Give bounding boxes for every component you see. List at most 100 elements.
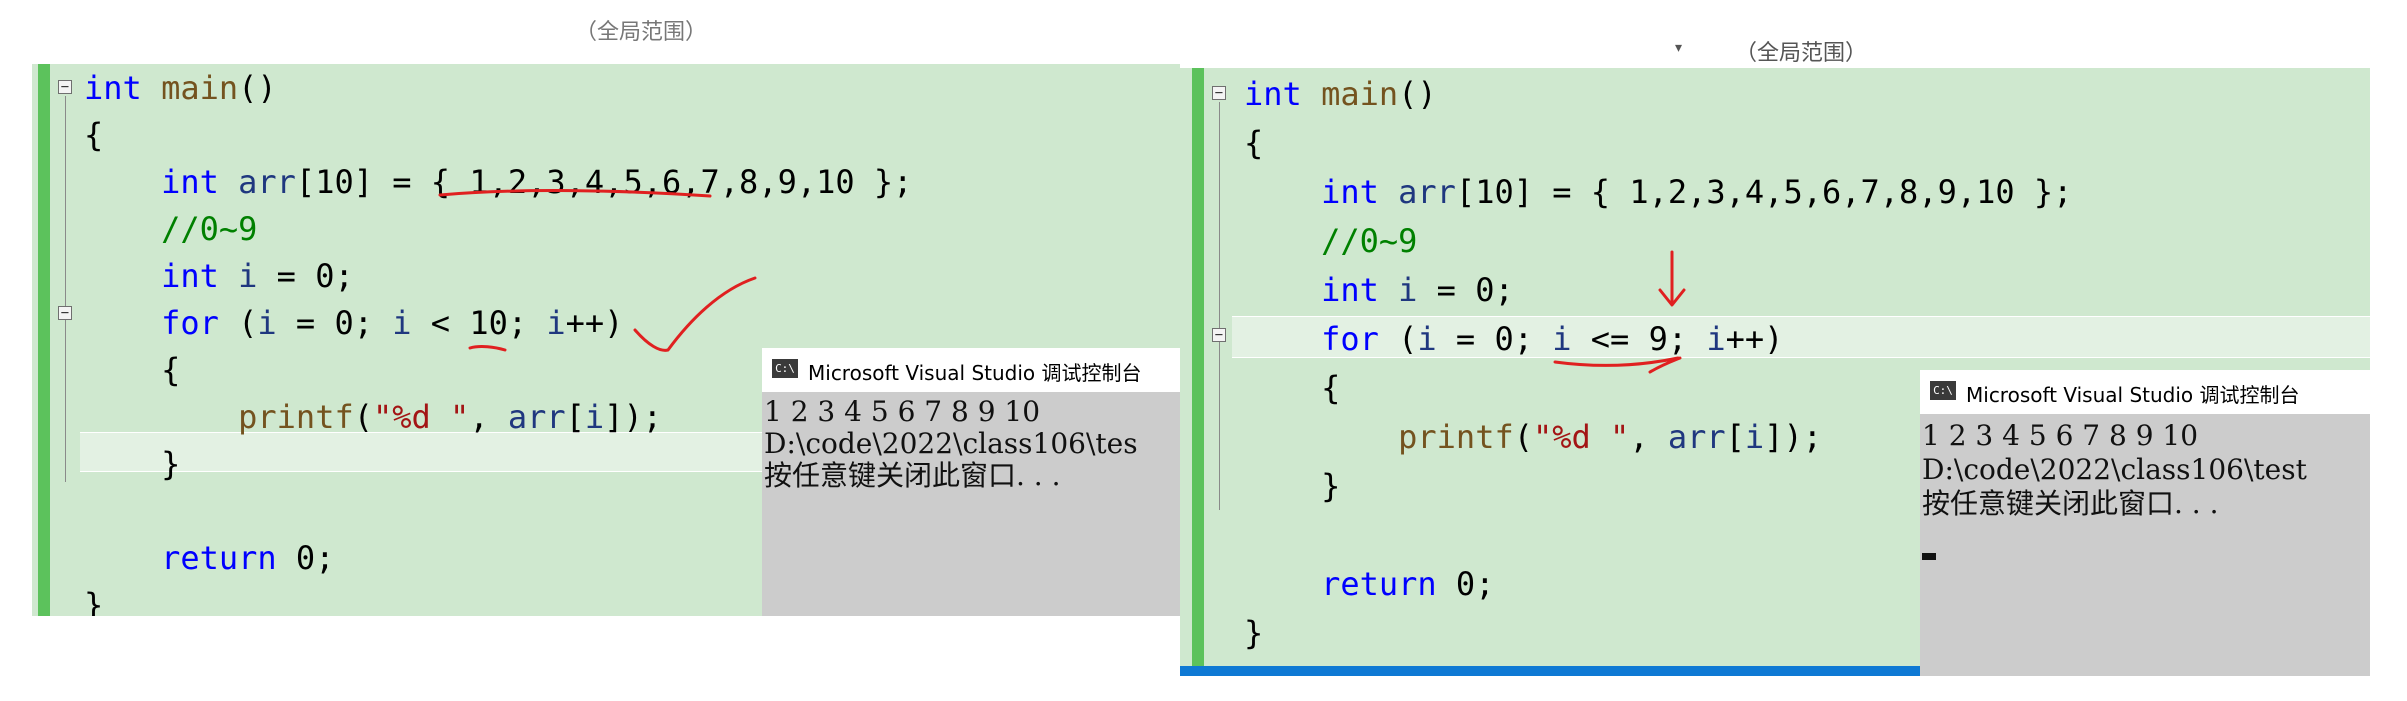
code-token: i [584,398,605,436]
code-token: return [1321,565,1437,603]
console-app-icon: C:\ [772,359,798,378]
left-code-line[interactable]: } [84,585,103,616]
right-console-output-1: 1 2 3 4 5 6 7 8 9 10 [1922,419,2199,452]
code-token: ++) [1725,320,1784,358]
left-console-titlebar[interactable]: C:\ Microsoft Visual Studio 调试控制台 [762,348,1180,392]
code-token: int [161,257,219,295]
code-token: } [1244,614,1264,652]
left-console-output-3: 按任意键关闭此窗口. . . [764,459,1061,492]
code-token: for [161,304,219,342]
right-code-line[interactable]: { [1244,123,1263,163]
right-console-cursor [1922,553,1936,560]
code-token: () [1398,75,1437,113]
right-code-line[interactable]: int i = 0; [1244,270,1514,310]
left-code-line[interactable]: for (i = 0; i < 10; i++) [84,303,623,343]
code-token: i [1552,320,1572,358]
left-code-line[interactable]: } [84,444,180,484]
left-code-line[interactable]: printf("%d ", arr[i]); [84,397,662,437]
collapse-box-icon[interactable]: − [58,306,72,320]
right-console-titlebar[interactable]: C:\ Microsoft Visual Studio 调试控制台 [1920,370,2370,414]
left-code-line[interactable]: int i = 0; [84,256,354,296]
left-code-line[interactable]: int arr[10] = { 1,2,3,4,5,6,7,8,9,10 }; [84,162,912,202]
left-code-line[interactable]: //0~9 [84,209,257,249]
code-token: "%d " [372,398,470,436]
code-token: [10] = { 1,2,3,4,5,6,7,8,9,10 }; [1455,173,2073,211]
code-token: 0; [1436,565,1495,603]
right-status-strip [1180,666,1920,676]
left-code-line[interactable]: { [84,350,180,390]
right-scope-dropdown-text[interactable]: （全局范围） [1735,35,1867,67]
right-code-line[interactable]: for (i = 0; i <= 9; i++) [1244,319,1783,359]
code-token: ]); [604,398,662,436]
right-console-output-2: D:\code\2022\class106\test [1922,453,2307,486]
right-change-bar [1192,68,1204,676]
collapse-box-icon[interactable]: − [1212,86,1226,100]
code-token: //0~9 [161,210,258,248]
left-console-window[interactable]: C:\ Microsoft Visual Studio 调试控制台 1 2 3 … [762,348,1180,616]
code-token: [ [1725,418,1745,456]
code-token: ++) [565,304,624,342]
right-scope-dropdown-arrow[interactable]: ▾ [1675,40,1682,56]
left-console-title: Microsoft Visual Studio 调试控制台 [808,361,1142,385]
right-code-line[interactable]: int main() [1244,74,1437,114]
code-token: i [257,304,277,342]
collapse-box-icon[interactable]: − [58,80,72,94]
left-fold-guide-inner [65,322,66,482]
code-token: arr [1398,173,1456,211]
collapse-box-icon[interactable]: − [1212,328,1226,342]
left-scope-dropdown-text[interactable]: （全局范围） [575,14,707,46]
code-token: i [546,304,566,342]
right-fold-guide-inner [1219,344,1220,510]
right-code-line[interactable]: } [1244,466,1340,506]
right-code-line[interactable]: //0~9 [1244,221,1417,261]
code-token: } [84,586,104,616]
code-token: printf [1398,418,1514,456]
left-console-output-1: 1 2 3 4 5 6 7 8 9 10 [764,395,1041,428]
left-code-line[interactable]: return 0; [84,538,334,578]
code-token: for [1321,320,1379,358]
code-token: } [1244,467,1341,505]
right-console-window[interactable]: C:\ Microsoft Visual Studio 调试控制台 1 2 3 … [1920,370,2370,676]
code-token: { [84,351,181,389]
code-token: return [161,539,277,577]
code-token: = 0; [257,257,354,295]
code-token: , [1629,418,1668,456]
right-code-line[interactable]: } [1244,613,1263,653]
right-code-line[interactable]: int arr[10] = { 1,2,3,4,5,6,7,8,9,10 }; [1244,172,2072,212]
right-code-line[interactable]: return 0; [1244,564,1494,604]
code-token: ( [1378,320,1418,358]
right-code-line[interactable]: { [1244,368,1340,408]
left-code-line[interactable]: int main() [84,68,277,108]
left-code-line[interactable]: { [84,115,103,155]
code-token: printf [238,398,354,436]
right-console-output-3: 按任意键关闭此窗口. . . [1922,487,2219,520]
code-token: , [469,398,508,436]
left-console-output-2: D:\code\2022\class106\tes [764,427,1138,460]
right-code-line[interactable]: printf("%d ", arr[i]); [1244,417,1822,457]
code-token: main [1321,75,1399,113]
code-token: { [1244,124,1264,162]
left-topbar: （全局范围） [345,20,765,64]
right-topbar: ▾ （全局范围） [1180,28,2370,68]
code-token: int [161,163,219,201]
code-token: i [1744,418,1765,456]
code-token: { [1244,369,1341,407]
code-token: int [84,69,142,107]
code-token: { [84,116,104,154]
code-token: i [392,304,412,342]
code-token: ( [353,398,373,436]
